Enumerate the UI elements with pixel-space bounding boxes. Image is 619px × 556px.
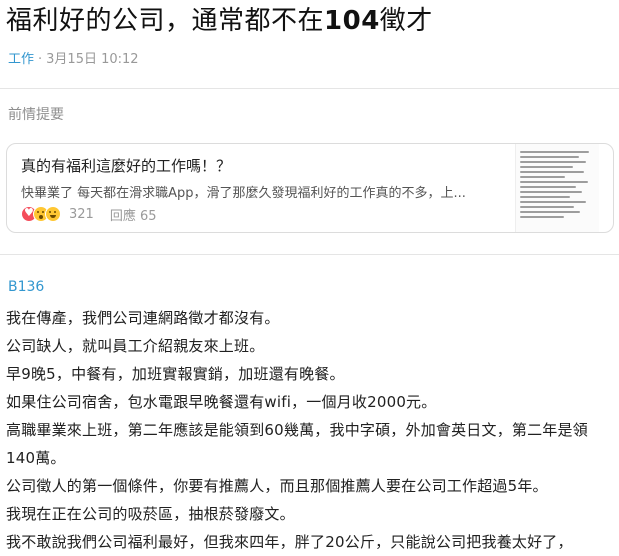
post-title-prefix: 福利好的公司，通常都不在 [6,6,325,36]
section-label-previous: 前情提要 [8,107,64,123]
reply-count: 回應 65 [109,208,157,224]
divider [0,88,619,89]
divider [0,254,619,255]
comment-line: 如果住公司宿舍，包水電跟早晚餐還有wifi，一個月收2000元。 [6,393,437,411]
quoted-post-thumbnail [515,144,599,232]
quoted-post-card[interactable]: 真的有福利這麼好的工作嗎！？ 快畢業了 每天都在滑求職App，滑了那麼久發現福利… [6,143,614,233]
quoted-post-title[interactable]: 真的有福利這麼好的工作嗎！？ [21,155,231,176]
comment-line: 我在傳產，我們公司連網路徵才都沒有。 [6,309,280,327]
quoted-post-excerpt: 快畢業了 每天都在滑求職App，滑了那麼久發現福利好的工作真的不多，上... [21,186,466,201]
comment-line: 早9晚5，中餐有，加班實報實銷，加班還有晚餐。 [6,365,345,383]
board-link[interactable]: 工作 [8,52,34,67]
post-date: 3月15日 10:12 [46,52,139,67]
comment-floor-label[interactable]: B136 [8,279,44,295]
post-title-number: 104 [324,6,380,36]
post-title-suffix: 徵才 [379,6,433,36]
reactions-group [21,206,61,222]
comment-line: 高職畢業來上班，第二年應該是能領到60幾萬，我中字碩，外加會英日文，第二年是領1… [6,421,588,467]
comment-line: 我不敢說我們公司福利最好，但我來四年，胖了20公斤，只能說公司把我養太好了， [6,533,573,551]
quoted-post-stats: 321 回應 65 [21,204,157,224]
like-count: 321 [69,206,94,222]
post-title: 福利好的公司，通常都不在104徵才 [6,4,616,38]
haha-reaction-icon [45,206,61,222]
comment-line: 公司缺人，就叫員工介紹親友來上班。 [6,337,265,355]
post-meta: 工作 · 3月15日 10:12 [8,51,139,69]
comment-line: 我現在正在公司的吸菸區，抽根菸發廢文。 [6,505,295,523]
comment-line: 公司徵人的第一個條件，你要有推薦人，而且那個推薦人要在公司工作超過5年。 [6,477,548,495]
meta-separator: · [38,52,43,67]
comment-body: 我在傳產，我們公司連網路徵才都沒有。 公司缺人，就叫員工介紹親友來上班。 早9晚… [6,304,616,556]
